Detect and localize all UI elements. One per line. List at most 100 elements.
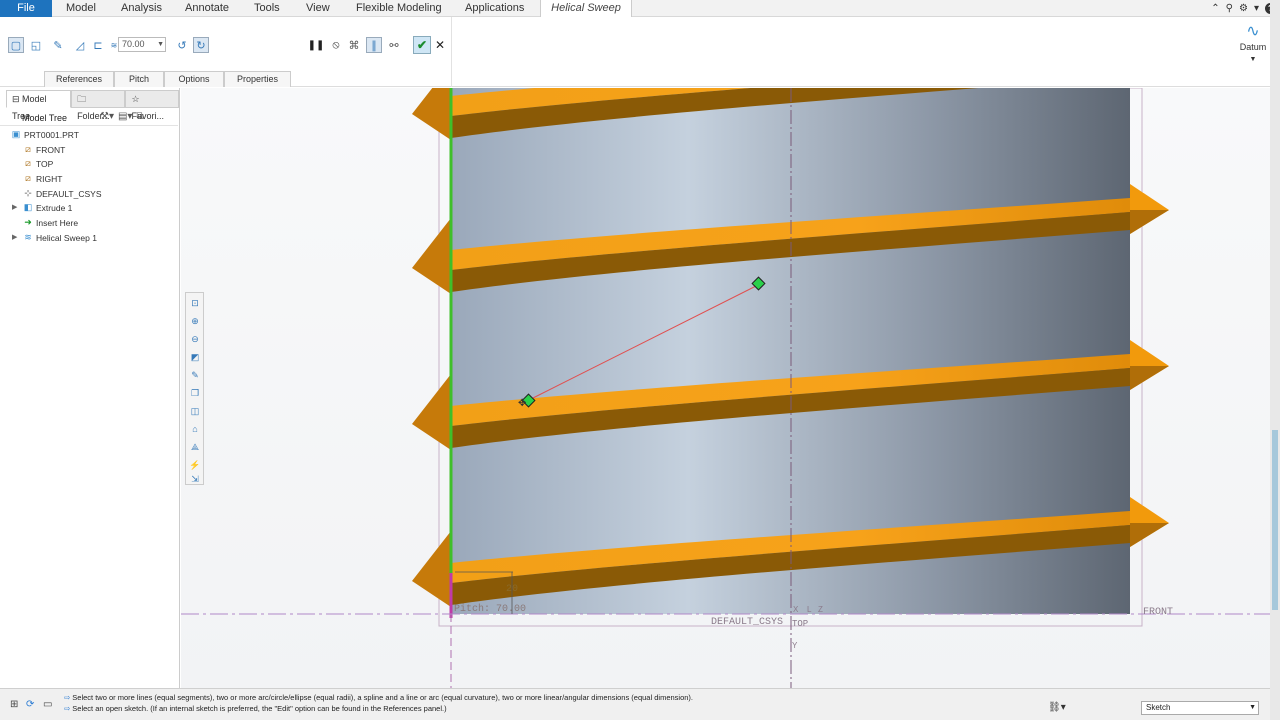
tree-header: Model Tree ⚒▾ ▤▾ ⧉	[0, 110, 178, 126]
ribbon-divider	[451, 17, 452, 87]
model-tree: ▣ PRT0001.PRT ⧄ FRONT ⧄ TOP ⧄ RIGHT ⊹ DEFAULT_CSY…	[0, 128, 178, 246]
tree-item[interactable]: ▶ ◧ Extrude 1	[0, 201, 178, 216]
tree-item-label: DEFAULT_CSYS	[36, 188, 102, 199]
tree-tools: ⚒▾ ▤▾ ⧉	[100, 111, 144, 122]
surface-icon[interactable]: ◱	[28, 37, 44, 53]
annotation-display-icon[interactable]: ⚡	[189, 459, 201, 471]
tab-pitch[interactable]: Pitch	[114, 71, 164, 87]
star-icon: ☆	[131, 94, 140, 104]
scroll-thumb[interactable]	[1272, 430, 1278, 610]
zoom-in-icon[interactable]: ⊕	[189, 315, 201, 327]
chevron-down-icon[interactable]: ▼	[1236, 56, 1270, 63]
tab-annotate[interactable]: Annotate	[175, 0, 239, 17]
search-icon[interactable]: ⚲	[1226, 3, 1233, 14]
chevron-down-icon[interactable]: ▼	[1249, 702, 1256, 714]
dimension-value[interactable]: 20	[506, 584, 518, 595]
tab-references[interactable]: References	[44, 71, 114, 87]
selection-filter-icon[interactable]: ⛓▾	[1048, 702, 1066, 713]
tab-model-tree[interactable]: ⊟ Model Tree	[6, 90, 72, 121]
top-datum-label: TOP	[792, 619, 808, 629]
view-manager-icon[interactable]: ◫	[189, 405, 201, 417]
settings-icon[interactable]: ⚙	[1239, 3, 1248, 14]
datum-display-icon[interactable]: ⟁	[189, 441, 201, 453]
tree-item[interactable]: ➜ Insert Here	[0, 216, 178, 231]
model-tree-icon: ⊟	[12, 94, 23, 104]
display-style-icon[interactable]: ✎	[189, 369, 201, 381]
datum-label: Datum	[1239, 42, 1267, 52]
saved-orientations-icon[interactable]: ❐	[189, 387, 201, 399]
ribbon: ▢ ◱ ✎ ◿ ⊏ ≋ 70.00 ▼ ↺ ↻ ❚❚ ⦸ ⌘ ∥ ⚯ ✔ ✕ R…	[0, 17, 1270, 87]
tree-item[interactable]: ⧄ RIGHT	[0, 172, 178, 187]
tree-title: Model Tree	[22, 113, 68, 123]
thread-left-tooth	[412, 88, 451, 140]
selection-filter-dropdown[interactable]: Sketch ▼	[1141, 701, 1259, 715]
expand-arrow-icon[interactable]: ▶	[12, 203, 17, 211]
tab-flexible-modeling[interactable]: Flexible Modeling	[346, 0, 452, 17]
datum-curve-icon: ∿	[1246, 23, 1260, 40]
pause-icon[interactable]: ❚❚	[308, 37, 325, 53]
chevron-down-icon[interactable]: ▼	[157, 38, 164, 51]
stop-icon[interactable]: ⦸	[328, 37, 344, 53]
axis-y-label: Y	[792, 641, 798, 650]
thread-left-tooth	[412, 374, 451, 450]
perspective-icon[interactable]: ⌂	[189, 423, 201, 435]
pitch-label[interactable]: Pitch: 70.00	[454, 603, 526, 615]
expand-arrow-icon[interactable]: ▶	[12, 233, 17, 241]
file-menu[interactable]: File	[0, 0, 52, 17]
thicken-icon[interactable]: ⊏	[90, 37, 106, 53]
tab-helical-sweep[interactable]: Helical Sweep	[540, 0, 632, 17]
solid-icon[interactable]: ▢	[8, 37, 24, 53]
status-bar: ⊞ ⟳ ▭ ⇨ Select two or more lines (equal s…	[0, 688, 1270, 720]
extrude-icon: ◧	[23, 202, 33, 213]
spin-center-icon[interactable]: ⇲	[189, 473, 201, 485]
tab-properties[interactable]: Properties	[224, 71, 291, 87]
cancel-close-icon[interactable]: ✕	[432, 37, 448, 53]
tree-filter-icon[interactable]: ⧉	[136, 111, 143, 122]
tree-item[interactable]: ⧄ FRONT	[0, 143, 178, 158]
tree-item-label: FRONT	[36, 144, 66, 155]
navigator-toggle-icon[interactable]: ⊞	[10, 699, 18, 710]
tree-settings-icon[interactable]: ⚒▾	[100, 111, 114, 122]
model-scene[interactable]: ✥ 20 Pitch: 70.00 DEFAULT_CSYS TOP FRONT…	[181, 88, 1270, 688]
folder-icon: 🗀	[77, 94, 87, 104]
tree-item[interactable]: ⧄ TOP	[0, 157, 178, 172]
right-handed-icon[interactable]: ↻	[193, 37, 209, 53]
tree-item[interactable]: ▣ PRT0001.PRT	[0, 128, 178, 143]
verify-mode-icon[interactable]: ∥	[366, 37, 382, 53]
tab-analysis[interactable]: Analysis	[111, 0, 172, 17]
glasses-preview-icon[interactable]: ⚯	[386, 37, 402, 53]
repaint-icon[interactable]: ◩	[189, 351, 201, 363]
dropdown-icon[interactable]: ▾	[1254, 3, 1259, 14]
tab-folder[interactable]: 🗀 Folder...	[71, 90, 126, 121]
right-scrollbar[interactable]	[1270, 0, 1280, 720]
tab-applications[interactable]: Applications	[455, 0, 534, 17]
sketch-edit-icon[interactable]: ✎	[50, 37, 66, 53]
chevron-up-icon[interactable]: ⌃	[1211, 3, 1219, 14]
tab-options[interactable]: Options	[164, 71, 224, 87]
tree-item[interactable]: ⊹ DEFAULT_CSYS	[0, 187, 178, 202]
refit-icon[interactable]: ⊡	[189, 297, 201, 309]
tree-item[interactable]: ▶ ≋ Helical Sweep 1	[0, 231, 178, 246]
navigator-tabs: ⊟ Model Tree 🗀 Folder... ☆ Favori...	[6, 90, 179, 121]
zoom-out-icon[interactable]: ⊖	[189, 333, 201, 345]
browser-toggle-icon[interactable]: ⟳	[26, 699, 34, 710]
remove-material-icon[interactable]: ◿	[72, 37, 88, 53]
tree-item-label: RIGHT	[36, 174, 63, 185]
tab-favorites[interactable]: ☆ Favori...	[125, 90, 179, 121]
tab-tools[interactable]: Tools	[244, 0, 290, 17]
tab-view[interactable]: View	[296, 0, 340, 17]
axis-z-label: Z	[818, 605, 823, 614]
datum-plane-icon: ⧄	[25, 143, 31, 154]
graphics-window[interactable]: ✥ 20 Pitch: 70.00 DEFAULT_CSYS TOP FRONT…	[181, 88, 1270, 688]
ok-check-icon[interactable]: ✔	[413, 36, 431, 54]
datum-plane-icon: ⧄	[25, 173, 31, 184]
fullscreen-icon[interactable]: ▭	[43, 699, 52, 710]
tree-item-label: Extrude 1	[36, 203, 73, 214]
pitch-input[interactable]: 70.00 ▼	[118, 37, 166, 52]
tab-model[interactable]: Model	[56, 0, 106, 17]
preview-geometry-icon[interactable]: ⌘	[346, 37, 362, 53]
left-handed-icon[interactable]: ↺	[174, 37, 190, 53]
selection-filter-value: Sketch	[1146, 703, 1171, 712]
datum-group[interactable]: ∿ Datum ▼	[1236, 22, 1270, 63]
show-icon[interactable]: ▤▾	[118, 111, 132, 122]
